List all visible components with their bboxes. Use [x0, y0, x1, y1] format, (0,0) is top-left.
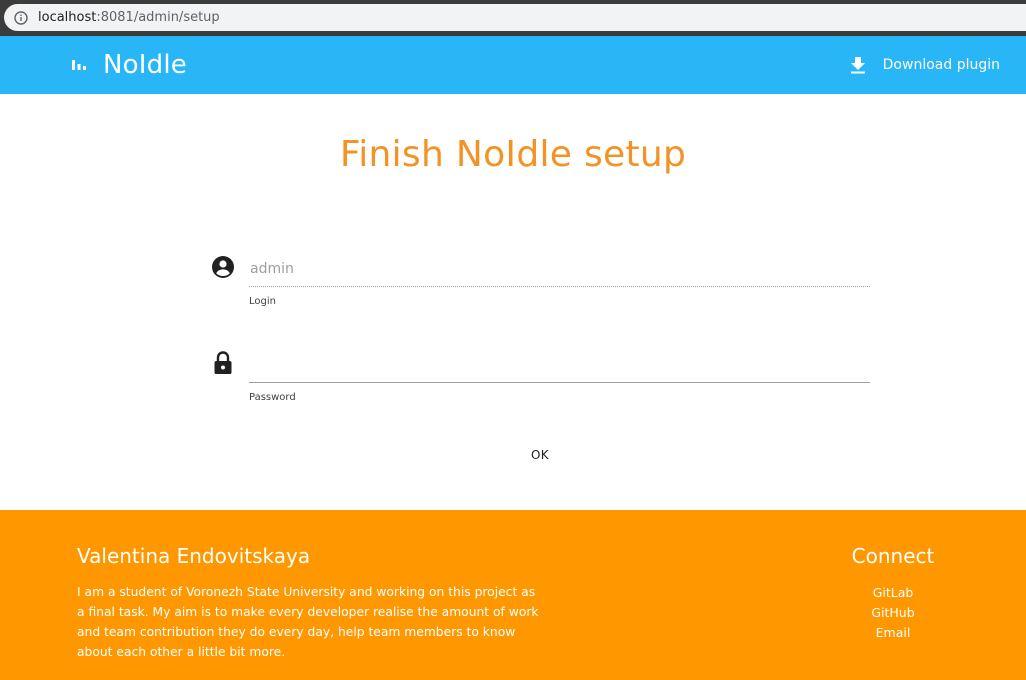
- login-label: Login: [249, 296, 276, 307]
- bar-chart-icon: [70, 56, 88, 74]
- password-underline: [249, 382, 870, 383]
- connect-item-email: Email: [813, 622, 973, 642]
- url-text[interactable]: localhost:8081/admin/setup: [38, 10, 220, 25]
- login-underline: [249, 286, 870, 287]
- connect-item-github: GitHub: [813, 602, 973, 622]
- footer-author: Valentina Endovitskaya: [77, 544, 311, 568]
- gitlab-link[interactable]: GitLab: [873, 585, 914, 600]
- app-header: NoIdle Download plugin: [0, 36, 1026, 94]
- github-link[interactable]: GitHub: [871, 605, 914, 620]
- address-bar[interactable]: localhost:8081/admin/setup: [4, 4, 1026, 31]
- setup-main: Finish NoIdle setup Login Password OK: [0, 94, 1026, 510]
- login-field-group: Login: [208, 248, 870, 318]
- ok-button[interactable]: OK: [513, 440, 567, 470]
- url-host: localhost: [38, 10, 97, 25]
- brand-title: NoIdle: [103, 50, 187, 80]
- browser-chrome: localhost:8081/admin/setup: [0, 0, 1026, 36]
- brand-link[interactable]: NoIdle: [70, 36, 187, 94]
- lock-icon: [210, 350, 236, 376]
- page-title: Finish NoIdle setup: [339, 134, 687, 175]
- download-plugin-label: Download plugin: [882, 57, 1000, 73]
- password-input[interactable]: [249, 348, 870, 382]
- info-icon[interactable]: [14, 10, 28, 25]
- footer-connect-title: Connect: [851, 544, 935, 568]
- download-icon: [849, 56, 867, 74]
- email-link[interactable]: Email: [876, 625, 911, 640]
- login-input[interactable]: [249, 252, 870, 286]
- download-plugin-link[interactable]: Download plugin: [849, 36, 1000, 94]
- account-circle-icon: [210, 254, 236, 280]
- footer-about-text: I am a student of Voronezh State Univers…: [77, 585, 539, 659]
- url-path: :8081/admin/setup: [96, 10, 220, 25]
- password-label: Password: [249, 392, 296, 403]
- connect-links: GitLab GitHub Email: [813, 582, 973, 642]
- password-field-group: Password: [208, 344, 870, 414]
- footer: Valentina Endovitskaya I am a student of…: [0, 510, 1026, 680]
- connect-item-gitlab: GitLab: [813, 582, 973, 602]
